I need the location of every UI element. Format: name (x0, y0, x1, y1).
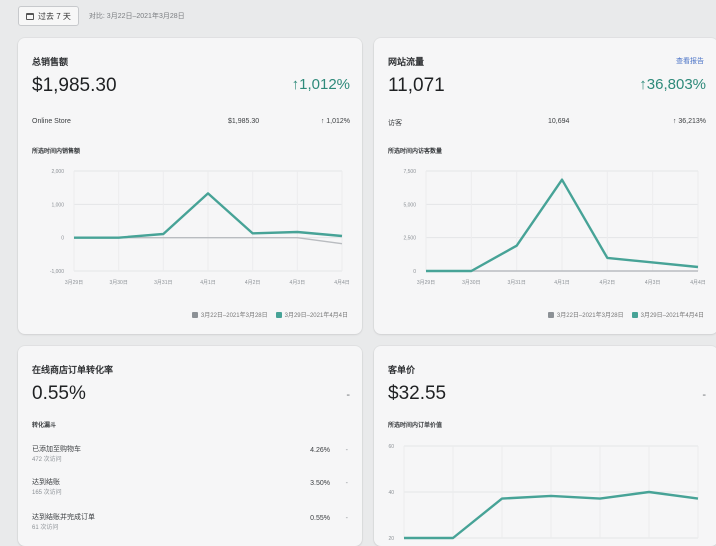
legend-item-current: 3月29日–2021年4月4日 (631, 310, 704, 319)
traffic-legend: 3月22日–2021年3月28日 3月29日–2021年4月4日 (547, 310, 704, 319)
x-tick-label: 3月30日 (109, 280, 127, 286)
traffic-chart: 7,500 5,000 2,500 03月29日 3月30日 3月31日 4月1日 4月2日 4… (403, 169, 706, 286)
legend-item-previous: 3月22日–2021年3月28日 (191, 310, 268, 319)
legend-item-current: 3月29日–2021年4月4日 (275, 310, 348, 319)
x-tick-label: 4月3日 (290, 280, 306, 286)
funnel-row: 已添加至购物车 472 次访问 4.26% - (32, 446, 348, 463)
funnel-subhead: 转化漏斗 (32, 423, 57, 429)
x-tick-label: 3月29日 (65, 280, 83, 286)
conversion-card: 在线商店订单转化率 0.55% - 转化漏斗 已添加至购物车 472 次访问 4… (18, 346, 362, 546)
x-tick-label: 4月2日 (245, 280, 261, 286)
calendar-icon (26, 12, 34, 20)
y-tick-label: 60 (388, 444, 394, 450)
x-tick-label: 4月4日 (690, 280, 706, 286)
conversion-title: 在线商店订单转化率 (32, 365, 114, 375)
y-tick-label: 7,500 (403, 169, 416, 175)
topbar: 过去 7 天 对比: 3月22日–2021年3月28日 (18, 6, 185, 26)
x-tick-label: 3月30日 (462, 280, 480, 286)
y-tick-label: 2,500 (403, 236, 416, 242)
y-tick-label: 0 (61, 236, 64, 242)
sales-legend: 3月22日–2021年3月28日 3月29日–2021年4月4日 (191, 310, 348, 319)
date-range-button[interactable]: 过去 7 天 (18, 6, 79, 26)
funnel-row: 达到结账并完成订单 61 次访问 0.55% - (32, 514, 348, 531)
aov-card: 客单价 $32.55 - 所选时间内订单价值 60 40 20 (374, 346, 716, 546)
y-tick-label: 0 (413, 269, 416, 275)
traffic-card: 网站流量 查看报告 11,071 ↑36,803% 访客 10,694 ↑ 36… (374, 38, 716, 334)
x-tick-label: 3月31日 (154, 280, 172, 286)
conversion-change: - (346, 389, 350, 401)
y-tick-label: -1,000 (50, 269, 64, 275)
y-tick-label: 2,000 (51, 169, 64, 175)
conversion-value: 0.55% (32, 383, 86, 404)
x-tick-label: 3月29日 (417, 280, 435, 286)
funnel-row: 达到结账 165 次访问 3.50% - (32, 479, 348, 496)
compare-label: 对比: 3月22日–2021年3月28日 (88, 13, 185, 20)
sales-chart: 2,000 1,000 0 -1,0003月29日 3月30日 3月31日 4月1日 4月2日… (50, 169, 350, 286)
sales-card: 总销售额 $1,985.30 ↑1,012% Online Store $1,9… (18, 38, 362, 334)
x-tick-label: 4月3日 (645, 280, 661, 286)
y-tick-label: 20 (388, 536, 394, 542)
x-tick-label: 4月1日 (554, 280, 570, 286)
x-tick-label: 4月2日 (600, 280, 616, 286)
aov-chart: 60 40 20 (388, 444, 699, 542)
y-tick-label: 1,000 (51, 202, 64, 208)
x-tick-label: 4月4日 (334, 280, 350, 286)
date-range-label: 过去 7 天 (38, 11, 71, 21)
legend-item-previous: 3月22日–2021年3月28日 (547, 310, 624, 319)
x-tick-label: 4月1日 (200, 280, 216, 286)
y-tick-label: 5,000 (403, 202, 416, 208)
y-tick-label: 40 (388, 490, 394, 496)
x-tick-label: 3月31日 (507, 280, 525, 286)
